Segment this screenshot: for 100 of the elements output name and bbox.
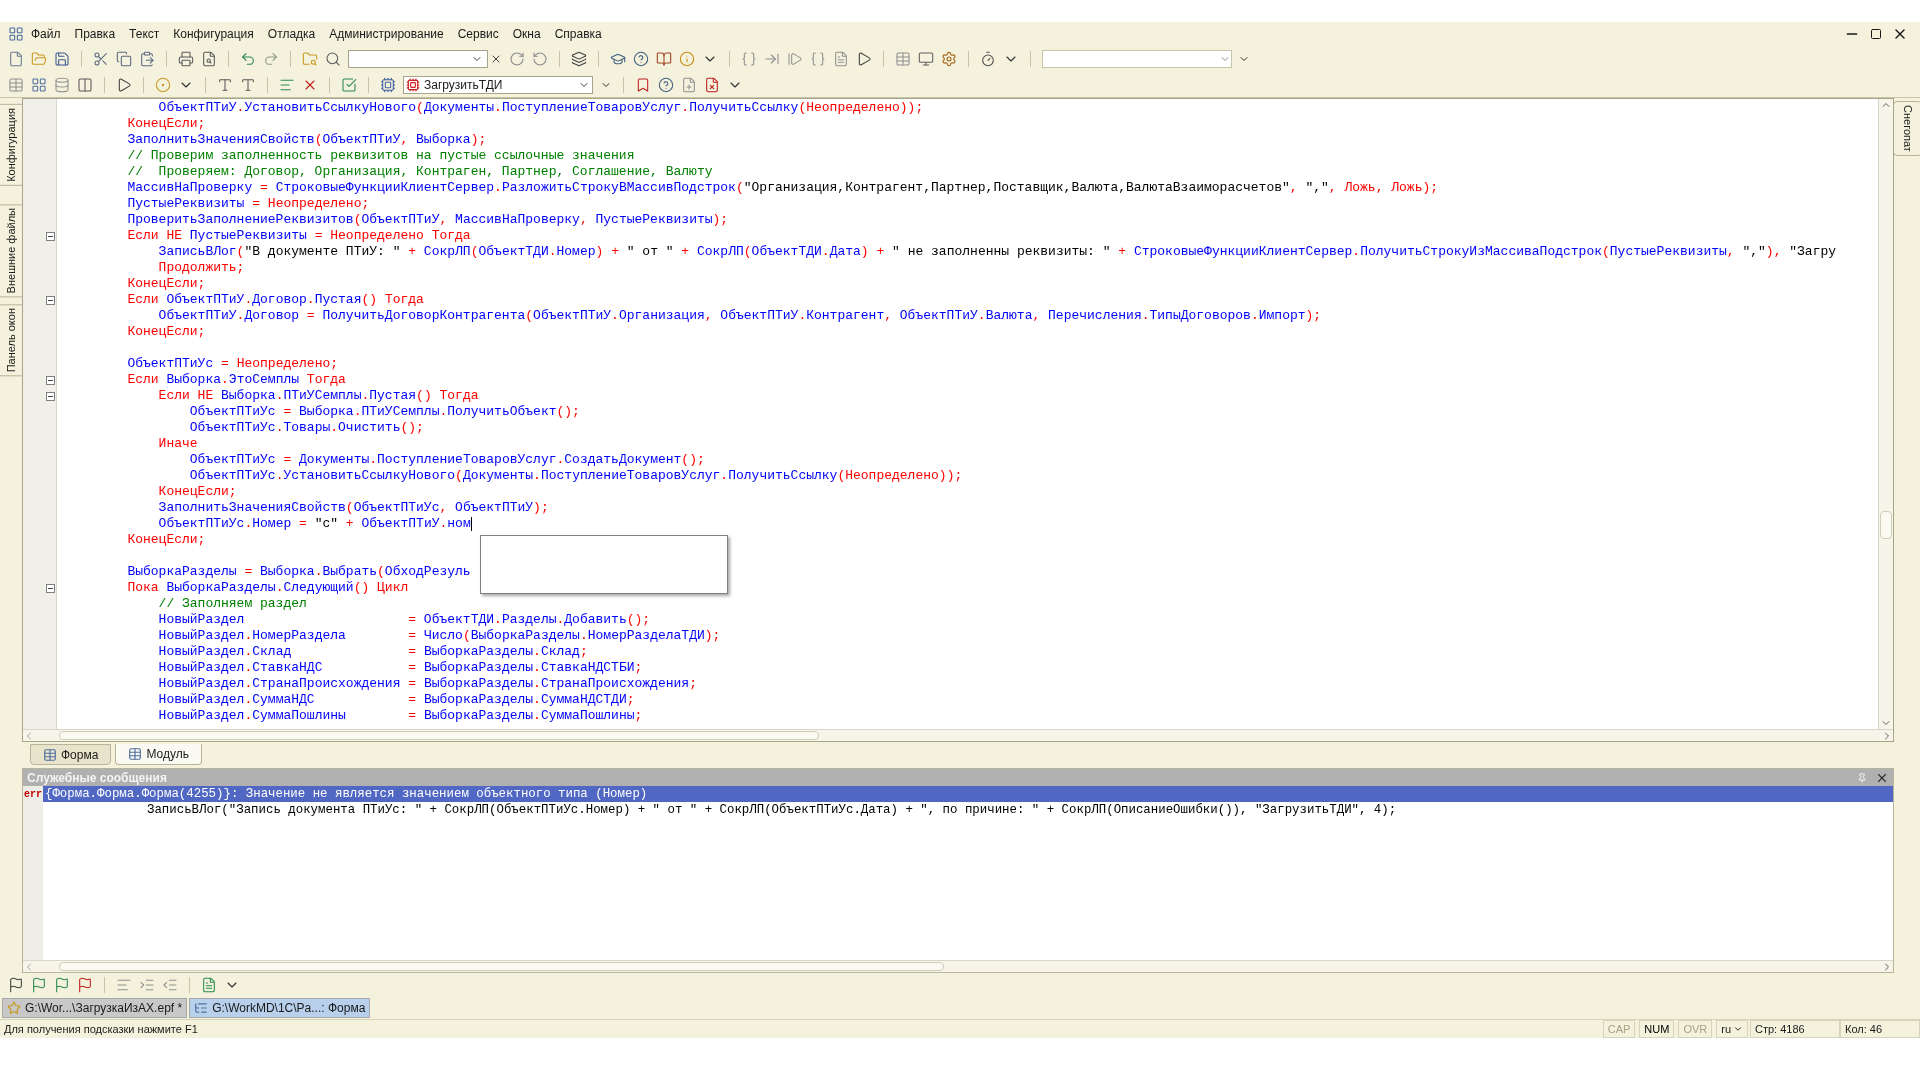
print-preview-icon[interactable] [201,51,217,67]
settings-icon[interactable] [941,51,957,67]
step-into-icon[interactable] [764,51,780,67]
flag-previous-icon[interactable] [54,977,70,993]
code-line: ЗаполнитьЗначенияСвойств(ОбъектПТиУс, ОбъектПТиУ); [158,500,549,516]
combo-field[interactable] [1042,50,1232,68]
collapse-icon[interactable] [46,391,55,401]
grid-icon[interactable] [8,76,24,93]
language-selector[interactable]: ru [1716,1019,1748,1039]
menu-item[interactable]: Конфигурация [166,25,261,43]
format-icon[interactable] [116,977,132,993]
collapse-icon[interactable] [46,295,55,305]
side-panel-tab[interactable]: Снегопат [1892,101,1920,156]
app-menu-icon[interactable] [8,26,24,42]
code-line: ОбъектПТиУ.Договор = ПолучитьДоговорКонтрагента(ОбъектПТиУ.Организация, ОбъектПТиУ.Контрагент, ОбъектПТиУ.Валюта, Перечисления.ТипыДоговоров.Импорт); [158,308,1322,324]
menu-item[interactable]: Сервис [450,25,506,43]
find-in-folder-icon[interactable] [302,51,318,67]
menu-item[interactable]: Справка [547,25,609,43]
dropdown-caret-icon [1733,1024,1743,1034]
collapse-icon[interactable] [46,375,55,385]
folder-icon[interactable] [31,51,47,67]
run-to-cursor-icon[interactable] [856,51,872,67]
code-line: КонецЕсли; [127,116,206,132]
panel-title: Служебные сообщения [27,769,168,787]
restore-icon[interactable] [1870,28,1882,40]
editor-tab[interactable]: Модуль [115,744,202,765]
help-search-icon[interactable] [633,51,649,67]
save-icon[interactable] [54,51,70,67]
delete-icon[interactable] [704,76,720,93]
code-line: Если НЕ Выборка.ПТиУСемплы.Пустая() Тогда [158,388,479,404]
menu-item[interactable]: Отладка [260,25,323,43]
table-icon[interactable] [895,51,911,67]
code-line: НовыйРаздел.СтавкаНДС = ВыборкаРазделы.СтавкаНДСТБИ; [158,660,643,676]
code-line: КонецЕсли; [127,324,206,340]
paste-icon[interactable] [139,51,155,67]
code-line: // Проверим заполненность реквизитов на пустые ссылочные значения [127,148,635,164]
add-icon[interactable] [681,76,697,93]
menu-item[interactable]: Администрирование [322,25,451,43]
window-tab[interactable]: G:\Wor...\ЗагрузкаИзAX.epf * [2,998,188,1018]
menu-item[interactable]: Текст [122,25,167,43]
menu-item[interactable]: Правка [67,25,123,43]
message-row[interactable]: ЗаписьВЛог("Запись документа ПТиУс: " + СокрЛП(ОбъектПТиУс.Номер) + " от " + СокрЛП(ОбъектПТиУс.Дата) + ", по причине: " + СокрЛП(ОписаниеОшибки()), "ЗагрузитьТДИ", 4); [43,802,1893,818]
text-block-icon[interactable] [217,76,233,93]
code-line: ЗаполнитьЗначенияСвойств(ОбъектПТиУ, Выборка); [127,132,487,148]
help-icon[interactable] [658,76,674,93]
undo-icon[interactable] [240,51,256,67]
code-line: ОбъектПТиУс.УстановитьСсылкуНового(Документы.ПоступлениеТоваровУслуг.ПолучитьСсылку(Неопределено)); [189,468,963,484]
find-previous-icon[interactable] [532,51,548,67]
menu-item[interactable]: Окна [505,25,548,43]
code-line: ПустыеРеквизиты = Неопределено; [127,196,370,212]
message-row[interactable]: {Форма.Форма.Форма(4255)}: Значение не является значением объектного типа (Номер) [43,786,1893,802]
syntax-check-icon[interactable] [341,76,357,93]
search-icon[interactable] [325,51,341,67]
stopwatch-icon[interactable] [980,51,996,67]
scissors-icon[interactable] [93,51,109,67]
status-hint: Для получения подсказки нажмите F1 [3,1021,199,1037]
columns-icon[interactable] [77,76,93,93]
status-indicator: NUM [1639,1019,1675,1039]
code-line: Пока ВыборкаРазделы.Следующий() Цикл [127,580,409,596]
collapse-icon[interactable] [46,231,55,241]
bookmark-icon[interactable] [635,76,651,93]
clear-icon[interactable] [490,53,502,65]
menu-item[interactable]: Файл [24,25,68,43]
window-tab[interactable]: G:\WorkMD\1C\Pa...: Форма [189,998,371,1018]
message-text: ЗаписьВЛог("Запись документа ПТиУс: " + СокрЛП(ОбъектПТиУс.Номер) + " от " + СокрЛП(ОбъектПТиУс.Дата) + ", по причине: " + СокрЛП(ОписаниеОшибки()), "ЗагрузитьТДИ", 4); [146,802,1397,818]
code-line: НовыйРаздел.НомерРаздела = Число(ВыборкаРазделы.НомерРазделаТДИ); [158,628,721,644]
code-line: КонецЕсли; [158,484,237,500]
run-icon[interactable] [116,76,132,93]
code-line: // Заполняем раздел [158,596,307,612]
braces-icon[interactable] [741,51,757,67]
indent-icon[interactable] [139,977,155,993]
redo-icon[interactable] [263,51,279,67]
flag-icon[interactable] [8,977,24,993]
status-indicator: OVR [1678,1019,1713,1039]
code-line: ОбъектПТиУс.Товары.Очистить(); [189,420,424,436]
code-line: ЗаписьВЛог("В документе ПТиУ: " + СокрЛП(ОбъектТДИ.Номер) + " от " + СокрЛП(ОбъектТДИ.Дата) + " не заполненны реквизиты: " + СтроковыеФункцииКлиентСервер.ПолучитьСтрокуИзМассиваПодстрок(ПустыеРеквизиты, ","), "Загру [158,244,1837,260]
outdent-icon[interactable] [162,977,178,993]
info-icon[interactable] [679,51,695,67]
language-label: ru [1721,1021,1731,1037]
code-line: Если ОбъектПТиУ.Договор.Пустая() Тогда [127,292,424,308]
collapse-icon[interactable] [46,583,55,593]
code-line: ОбъектПТиУс = Выборка.ПТиУСемплы.ПолучитьОбъект(); [189,404,580,420]
code-line: Если НЕ ПустыеРеквизиты = Неопределено Тогда [127,228,471,244]
flag-next-icon[interactable] [31,977,47,993]
new-file-icon[interactable] [8,51,24,67]
text-block-icon[interactable] [240,76,256,93]
printer-icon[interactable] [178,51,194,67]
code-line: НовыйРаздел.СуммаПошлины = ВыборкаРазделы.СуммаПошлины; [158,708,643,724]
column-number: Кол: 46 [1840,1019,1920,1039]
module-combo[interactable]: ЗагрузитьТДИ [403,75,593,94]
database-icon[interactable] [54,76,70,93]
code-line: КонецЕсли; [127,276,206,292]
copy-icon[interactable] [116,51,132,67]
flag-remove-icon[interactable] [77,977,93,993]
code-line: // Проверяем: Договор, Организация, Контраген, Партнер, Соглашение, Валюту [127,164,713,180]
editor-tab[interactable]: Форма [30,744,112,765]
find-next-icon[interactable] [509,51,525,67]
code-line: НовыйРаздел.СтранаПроисхождения = ВыборкаРазделы.СтранаПроисхождения; [158,676,697,692]
code-line: ОбъектПТиУс = Неопределено; [127,356,339,372]
code-line: ОбъектПТиУ.УстановитьСсылкуНового(Документы.ПоступлениеТоваровУслуг.ПолучитьСсылку(Неопределено)); [158,100,924,116]
